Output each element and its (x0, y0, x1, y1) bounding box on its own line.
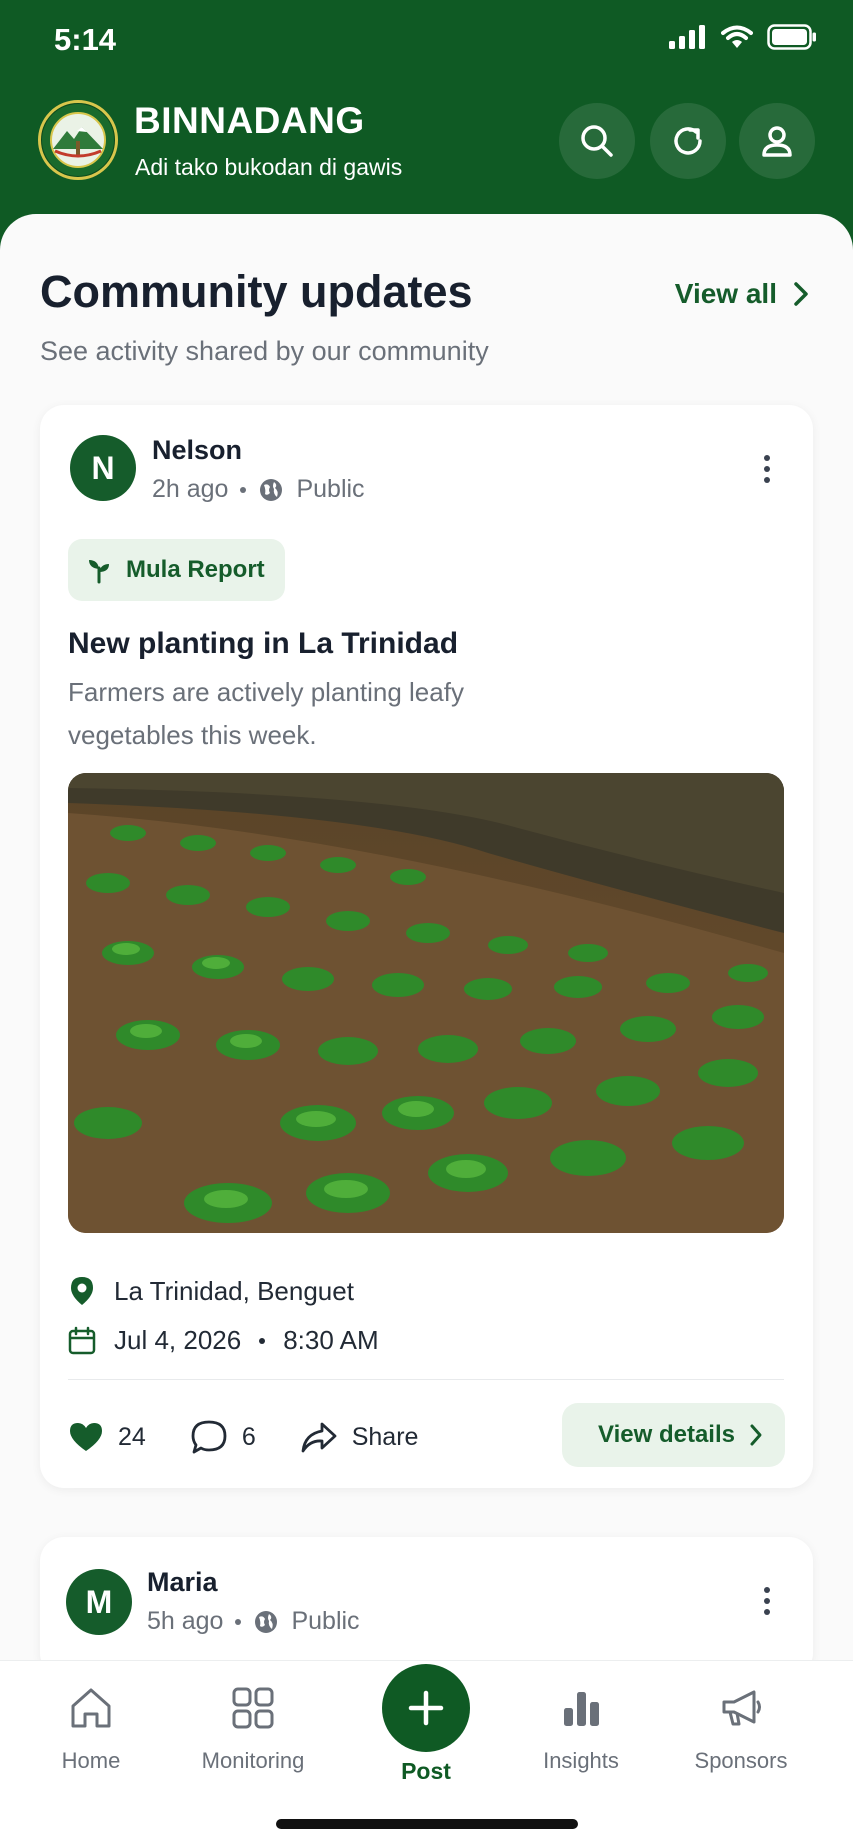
profile-icon (762, 126, 792, 157)
card-divider (68, 1379, 784, 1380)
nav-sponsors-label: Sponsors (694, 1748, 788, 1773)
view-all-label: View all (674, 278, 777, 309)
refresh-icon (674, 127, 702, 155)
wifi-icon (721, 25, 753, 48)
search-button[interactable] (559, 103, 635, 179)
post-time: 5h ago (147, 1607, 224, 1635)
post-photo[interactable] (68, 773, 784, 1233)
megaphone-icon (722, 1690, 761, 1726)
location-pin-icon (71, 1277, 93, 1305)
comment-count: 6 (241, 1422, 256, 1451)
post-title: New planting in La Trinidad (68, 627, 459, 660)
status-icons (669, 24, 817, 50)
view-all-link[interactable]: View all (675, 278, 809, 310)
app-logo (38, 100, 118, 180)
separator-dot (235, 1618, 242, 1625)
post-card: N Nelson 2h ago Public Mula Report New p… (40, 405, 813, 1488)
vegetable-field-image (68, 773, 784, 1233)
post-visibility: Public (291, 1607, 360, 1635)
sprout-icon (89, 560, 109, 584)
app-title: BINNADANG (134, 100, 365, 141)
like-button[interactable]: 24 (68, 1421, 146, 1453)
nav-monitoring-label: Monitoring (201, 1748, 305, 1773)
signal-icon (669, 25, 705, 49)
section-title: Community updates (40, 266, 473, 317)
nav-home[interactable]: Home (21, 1686, 161, 1774)
nav-insights-label: Insights (543, 1748, 619, 1773)
post-meta: 5h ago Public (147, 1607, 360, 1636)
nav-insights[interactable]: Insights (511, 1686, 651, 1774)
comment-icon (191, 1420, 227, 1454)
share-label: Share (351, 1422, 419, 1451)
globe-icon (255, 1610, 278, 1633)
calendar-icon (68, 1326, 96, 1354)
post-description: Farmers are actively planting leafy vege… (68, 677, 464, 750)
like-count: 24 (118, 1422, 146, 1451)
separator-dot (259, 1337, 266, 1344)
post-location-text: La Trinidad, Benguet (114, 1275, 354, 1306)
status-bar: 5:14 (0, 0, 853, 80)
seal-icon (42, 104, 114, 176)
avatar[interactable]: M (66, 1569, 132, 1635)
nav-home-label: Home (61, 1748, 121, 1773)
search-icon (581, 125, 613, 157)
more-options-button[interactable] (752, 1579, 782, 1623)
battery-icon (767, 24, 816, 50)
home-icon (71, 1688, 111, 1728)
nav-monitoring[interactable]: Monitoring (183, 1686, 323, 1774)
section-subtitle: See activity shared by our community (40, 336, 489, 366)
home-indicator (276, 1819, 578, 1829)
grid-icon (232, 1687, 274, 1729)
post-button[interactable] (382, 1664, 470, 1752)
plus-icon (408, 1690, 444, 1726)
share-button[interactable]: Share (300, 1420, 419, 1454)
share-icon (301, 1422, 337, 1453)
post-visibility: Public (296, 475, 365, 503)
nav-sponsors[interactable]: Sponsors (671, 1686, 811, 1774)
post-date: Jul 4, 2026 (114, 1325, 242, 1355)
chevron-right-icon (750, 1424, 762, 1446)
avatar[interactable]: N (70, 435, 136, 501)
view-details-button[interactable]: View details (562, 1403, 785, 1467)
post-datetime: Jul 4, 2026 8:30 AM (68, 1325, 379, 1356)
post-location: La Trinidad, Benguet (68, 1275, 354, 1307)
profile-button[interactable] (739, 103, 815, 179)
chevron-right-icon (794, 282, 808, 306)
post-time: 2h ago (152, 475, 229, 503)
comment-button[interactable]: 6 (190, 1419, 256, 1455)
nav-post-label: Post (401, 1758, 451, 1784)
post-author[interactable]: Nelson (152, 435, 242, 466)
post-author[interactable]: Maria (147, 1567, 218, 1598)
view-details-label: View details (598, 1421, 735, 1448)
post-meta: 2h ago Public (152, 475, 365, 504)
more-options-button[interactable] (752, 447, 782, 491)
heart-icon (70, 1423, 102, 1451)
status-time: 5:14 (54, 22, 117, 57)
bar-chart-icon (564, 1692, 599, 1726)
post-time-of-day: 8:30 AM (283, 1325, 379, 1355)
app-tagline: Adi tako bukodan di gawis (135, 154, 403, 180)
post-actions: 24 6 Share (68, 1405, 462, 1469)
post-card: M Maria 5h ago Public (40, 1537, 813, 1677)
post-tag[interactable]: Mula Report (68, 539, 285, 601)
refresh-button[interactable] (650, 103, 726, 179)
post-tag-label: Mula Report (126, 556, 265, 583)
globe-icon (260, 478, 283, 501)
separator-dot (240, 486, 247, 493)
